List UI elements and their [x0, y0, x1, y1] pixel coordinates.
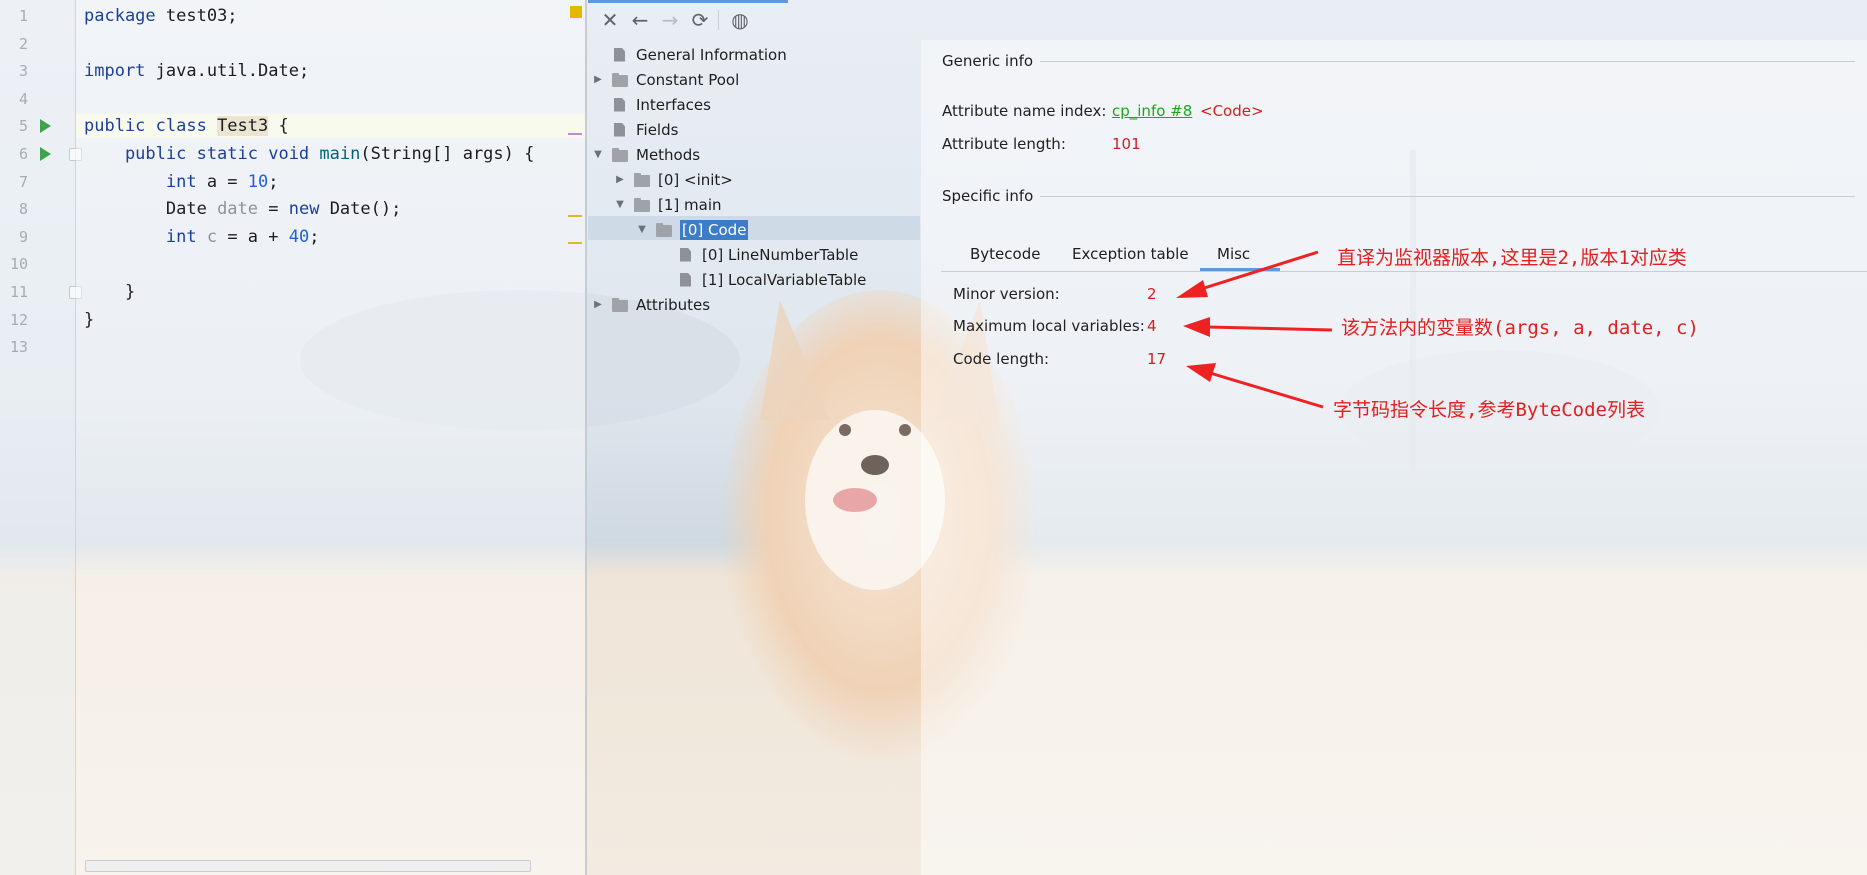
annotation-note-3: 字节码指令长度,参考ByteCode列表 — [1333, 399, 1645, 421]
annotation-arrow-1 — [1176, 250, 1319, 298]
annotation-arrow-2 — [1183, 317, 1333, 337]
annotation-note-1: 直译为监视器版本,这里是2,版本1对应类 — [1337, 247, 1687, 269]
annotation-note-2: 该方法内的变量数(args, a, date, c) — [1341, 317, 1699, 339]
annotation-arrows — [1176, 250, 1333, 409]
annotation-arrow-3 — [1186, 363, 1324, 409]
